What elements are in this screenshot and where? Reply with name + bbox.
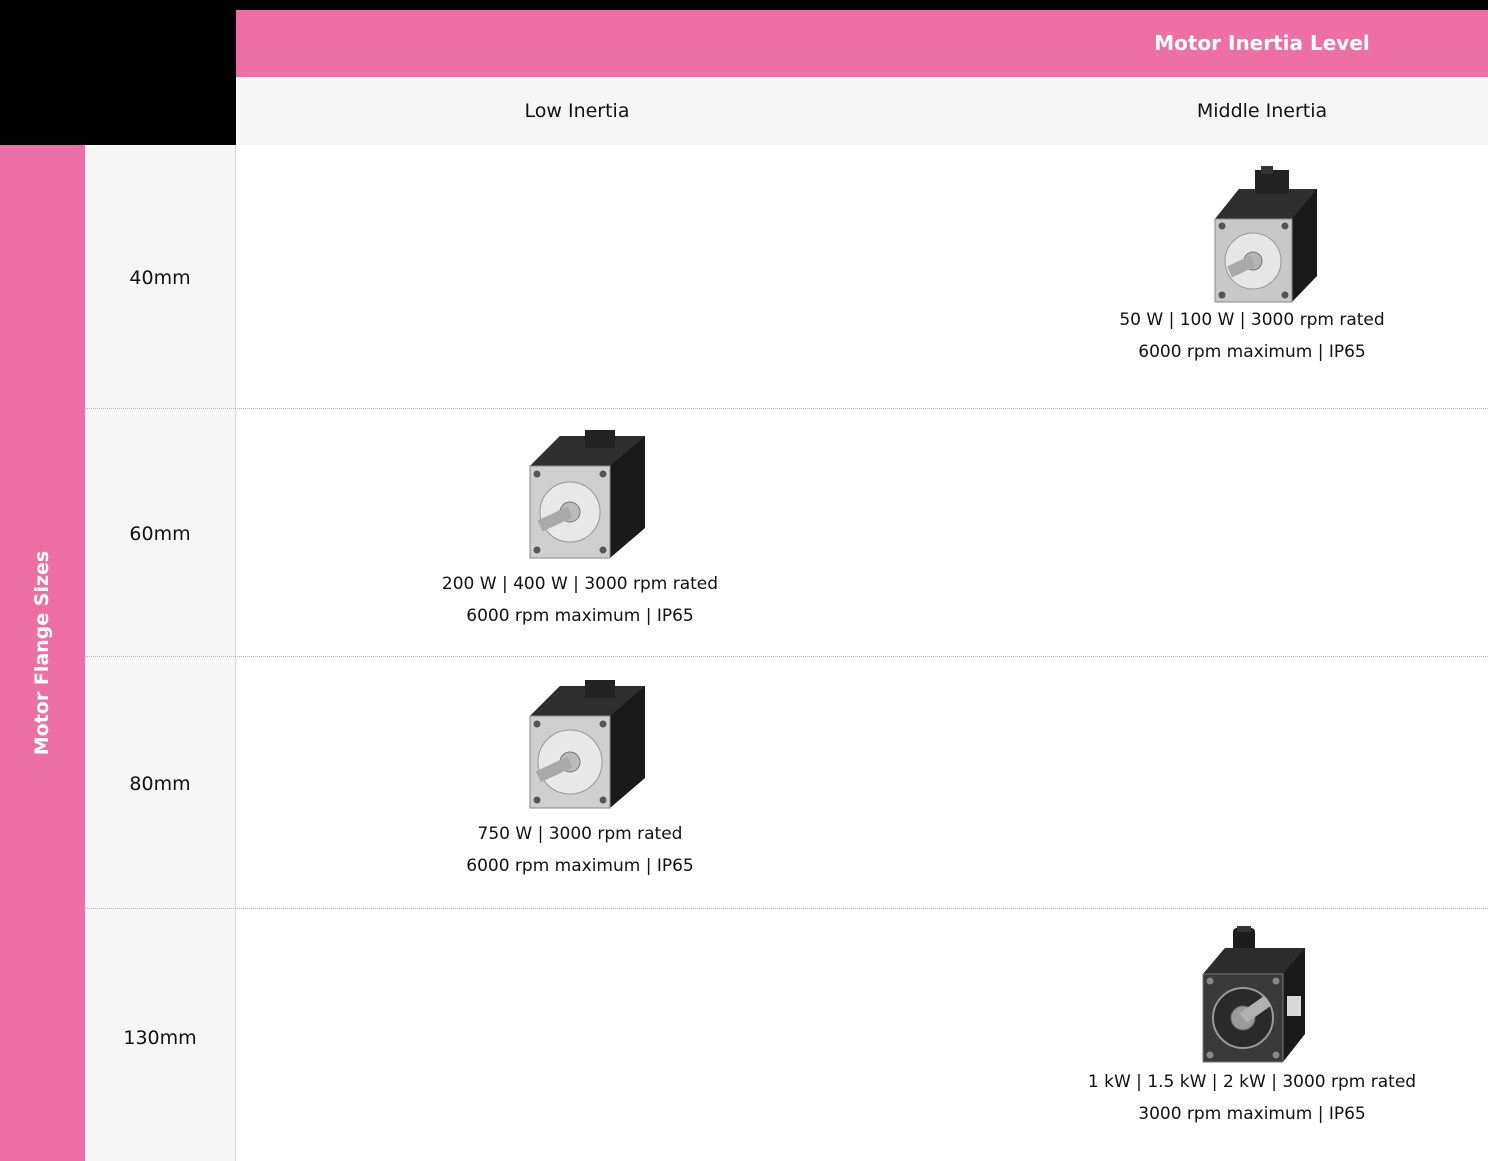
spec-speed-line: 6000 rpm maximum | IP65: [466, 606, 694, 626]
row-divider: [85, 408, 1488, 409]
row-divider: [85, 908, 1488, 909]
spec-power-line: 50 W | 100 W | 3000 rpm rated: [1119, 310, 1385, 330]
column-header-middle-inertia: Middle Inertia: [1196, 100, 1328, 122]
product-card-40mm-middle[interactable]: 50 W | 100 W | 3000 rpm rated 6000 rpm m…: [1042, 164, 1462, 368]
column-header-low-inertia: Low Inertia: [524, 100, 630, 122]
inertia-level-title: Motor Inertia Level: [1154, 31, 1370, 55]
spec-power-line: 1 kW | 1.5 kW | 2 kW | 3000 rpm rated: [1087, 1072, 1417, 1092]
spec-speed-line: 6000 rpm maximum | IP65: [466, 856, 694, 876]
row-divider: [85, 656, 1488, 657]
spec-speed-line: 3000 rpm maximum | IP65: [1138, 1104, 1366, 1124]
servo-motor-image: [505, 428, 655, 568]
row-label-80mm: 80mm: [129, 773, 191, 795]
servo-motor-image: [505, 678, 655, 818]
spec-power-line: 750 W | 3000 rpm rated: [477, 824, 683, 844]
row-label-130mm: 130mm: [123, 1027, 197, 1049]
row-label-60mm: 60mm: [129, 523, 191, 545]
row-label-40mm: 40mm: [129, 267, 191, 289]
size-label-column: [85, 145, 236, 1161]
servo-motor-image: [1177, 926, 1327, 1066]
flange-sizes-title: Motor Flange Sizes: [31, 550, 53, 756]
product-card-80mm-low[interactable]: 750 W | 3000 rpm rated 6000 rpm maximum …: [370, 678, 790, 882]
product-card-60mm-low[interactable]: 200 W | 400 W | 3000 rpm rated 6000 rpm …: [370, 428, 790, 632]
product-card-130mm-middle[interactable]: 1 kW | 1.5 kW | 2 kW | 3000 rpm rated 30…: [1042, 926, 1462, 1130]
spec-power-line: 200 W | 400 W | 3000 rpm rated: [441, 574, 719, 594]
corner-block: [0, 0, 236, 145]
spec-speed-line: 6000 rpm maximum | IP65: [1138, 342, 1366, 362]
servo-motor-image: [1177, 164, 1327, 304]
